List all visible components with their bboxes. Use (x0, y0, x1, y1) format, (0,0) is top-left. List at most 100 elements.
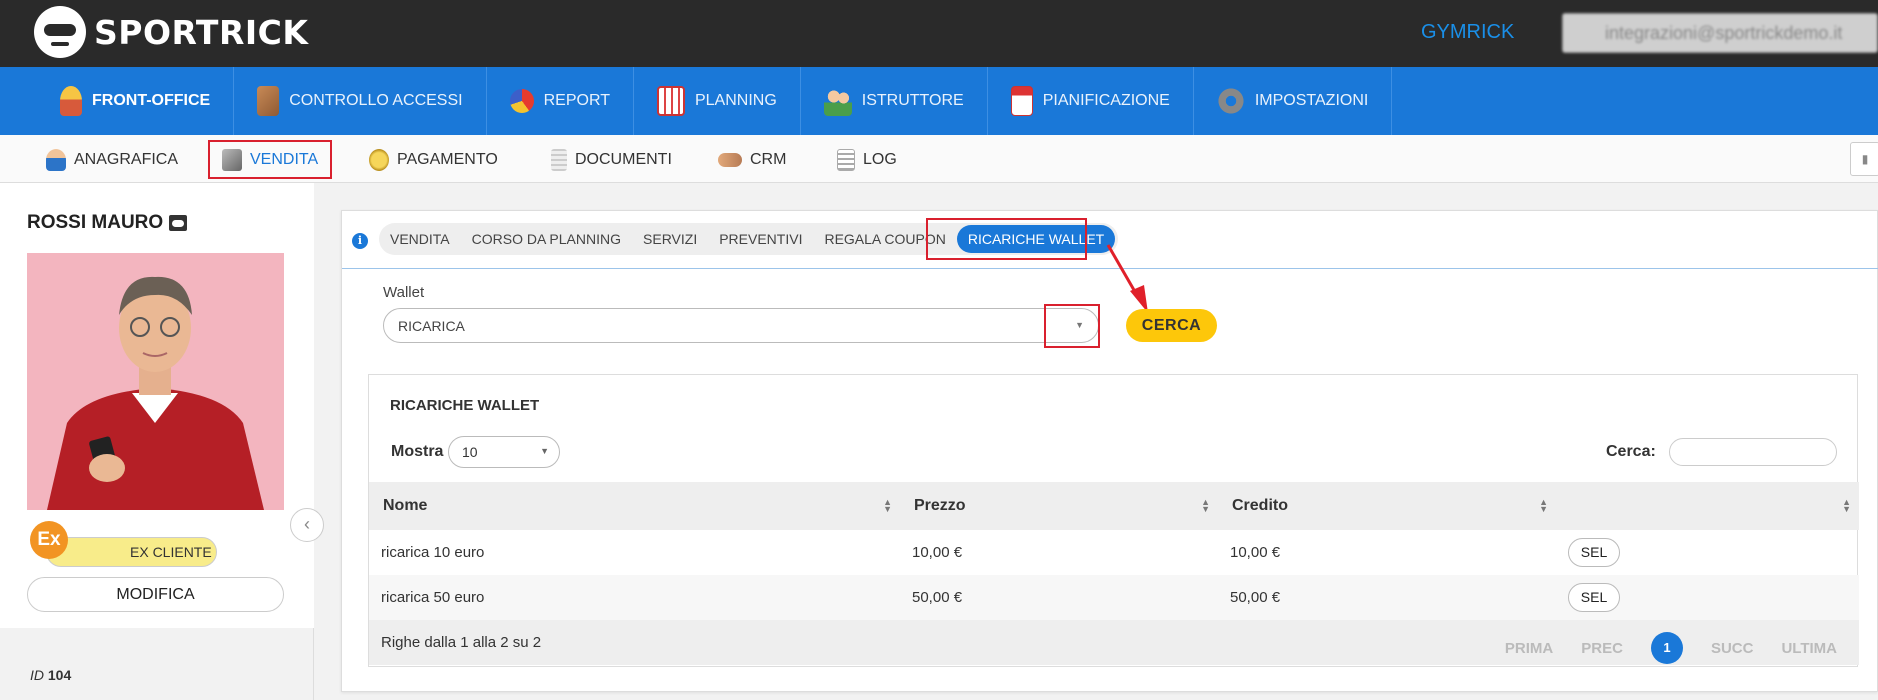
subnav-crm[interactable]: CRM (706, 140, 798, 179)
subnav-vendita[interactable]: VENDITA (208, 140, 333, 179)
pager-last[interactable]: ULTIMA (1781, 640, 1837, 657)
pin-icon: ▮ (1861, 152, 1869, 166)
id-label: ID (30, 667, 44, 683)
pager-next[interactable]: SUCC (1711, 640, 1754, 657)
page-size-select[interactable]: 10 ▼ (448, 436, 560, 468)
column-header-prezzo[interactable]: Prezzo ▲ ▼ (900, 482, 1218, 530)
customer-name: ROSSI MAURO (27, 212, 188, 234)
subnav-documenti[interactable]: DOCUMENTI (539, 140, 684, 179)
subnav-label: LOG (863, 150, 897, 168)
nav-front-office[interactable]: FRONT-OFFICE (37, 67, 235, 144)
modify-button[interactable]: MODIFICA (27, 577, 284, 612)
nav-label: CONTROLLO ACCESSI (289, 92, 463, 109)
access-control-icon (257, 86, 280, 116)
instructor-icon (823, 86, 852, 116)
subnav-label: DOCUMENTI (575, 150, 672, 168)
report-pie-icon (509, 89, 534, 113)
wallet-select-value: RICARICA (398, 318, 465, 334)
table-footer: Righe dalla 1 alla 2 su 2 PRIMA PREC 1 S… (369, 620, 1859, 665)
select-row-button[interactable]: SEL (1568, 583, 1620, 612)
search-button[interactable]: CERCA (1126, 309, 1217, 342)
table-search-input[interactable] (1669, 438, 1837, 466)
info-icon[interactable]: i (352, 233, 368, 249)
log-icon (837, 148, 855, 171)
page-size-value: 10 (462, 444, 478, 460)
sort-icon[interactable]: ▲ ▼ (883, 498, 892, 514)
sort-icon[interactable]: ▲ ▼ (1842, 498, 1851, 514)
dropdown-highlight-box (1044, 304, 1100, 348)
pin-button[interactable]: ▮ (1850, 142, 1878, 176)
scheduling-calendar-icon (1010, 86, 1033, 116)
customer-sidebar: ROSSI MAURO EX CLIENTE Ex MODIFICA ID 10… (0, 183, 314, 700)
customer-photo (27, 253, 284, 510)
select-row-button[interactable]: SEL (1568, 538, 1620, 567)
tab-vendita[interactable]: VENDITA (379, 223, 461, 255)
row-action-cell: SEL (1556, 530, 1859, 575)
chevron-left-icon: ‹ (304, 514, 310, 534)
column-label: Credito (1232, 497, 1288, 514)
user-account-field[interactable]: integrazioni@sportrickdemo.it (1562, 13, 1878, 53)
top-bar: SPORTRICK GYMRICK integrazioni@sportrick… (0, 0, 1878, 67)
nav-pianificazione[interactable]: PIANIFICAZIONE (988, 67, 1194, 135)
table-row: ricarica 50 euro 50,00 € 50,00 € SEL (369, 575, 1859, 620)
tab-corso-da-planning[interactable]: CORSO DA PLANNING (461, 223, 632, 255)
row-credit: 50,00 € (1218, 575, 1556, 620)
brand-logo[interactable]: SPORTRICK (34, 6, 308, 58)
row-name: ricarica 10 euro (381, 544, 485, 561)
tab-preventivi[interactable]: PREVENTIVI (708, 223, 813, 255)
row-price: 50,00 € (900, 575, 1218, 620)
nav-istruttore[interactable]: ISTRUTTORE (801, 67, 988, 135)
logo-icon (34, 6, 86, 58)
nav-label: IMPOSTAZIONI (1254, 92, 1369, 109)
tab-servizi[interactable]: SERVIZI (632, 223, 708, 255)
cloud-sync-icon[interactable] (169, 215, 188, 231)
sub-navigation: ANAGRAFICA VENDITA PAGAMENTO DOCUMENTI C… (0, 135, 1878, 183)
settings-gear-icon (1216, 86, 1245, 116)
wallet-label: Wallet (383, 284, 425, 301)
column-label: Prezzo (914, 497, 966, 514)
table-row: ricarica 10 euro 10,00 € 10,00 € SEL (369, 530, 1859, 575)
subnav-pagamento[interactable]: PAGAMENTO (357, 140, 510, 179)
brand-name: SPORTRICK (94, 12, 309, 52)
nav-label: PIANIFICAZIONE (1042, 92, 1170, 109)
table-info: Righe dalla 1 alla 2 su 2 (381, 634, 542, 651)
sort-icon[interactable]: ▲ ▼ (1201, 498, 1210, 514)
nav-impostazioni[interactable]: IMPOSTAZIONI (1194, 67, 1393, 135)
coin-icon (369, 148, 389, 171)
nav-label: REPORT (543, 92, 610, 109)
id-value: 104 (47, 667, 72, 683)
row-action-cell: SEL (1556, 575, 1859, 620)
subnav-log[interactable]: LOG (825, 140, 909, 179)
pager-current-page[interactable]: 1 (1650, 632, 1683, 664)
column-header-nome[interactable]: Nome ▲ ▼ (369, 482, 900, 530)
sort-icon[interactable]: ▲ ▼ (1539, 498, 1548, 514)
column-header-action[interactable]: ▲ ▼ (1556, 482, 1859, 530)
pager-prev[interactable]: PREC (1581, 640, 1623, 657)
document-icon (551, 148, 567, 171)
customer-id: ID 104 (30, 667, 71, 683)
collapse-sidebar-button[interactable]: ‹ (290, 508, 324, 542)
page-size-label: Mostra (391, 443, 444, 460)
nav-report[interactable]: REPORT (487, 67, 634, 135)
wallet-table-card: RICARICHE WALLET Mostra 10 ▼ Cerca: Nome… (368, 374, 1859, 667)
gym-link[interactable]: GYMRICK (1421, 21, 1514, 44)
row-price: 10,00 € (912, 544, 963, 561)
subnav-label: PAGAMENTO (397, 150, 498, 168)
wallet-select[interactable]: RICARICA ▼ (383, 308, 1099, 343)
subnav-label: ANAGRAFICA (74, 150, 179, 168)
subnav-label: CRM (750, 150, 787, 168)
pager-first[interactable]: PRIMA (1505, 640, 1553, 657)
customer-portrait-image (27, 253, 284, 510)
table-search-label: Cerca: (1606, 443, 1656, 460)
sales-panel: i VENDITA CORSO DA PLANNING SERVIZI PREV… (341, 210, 1878, 692)
row-credit: 10,00 € (1230, 544, 1281, 561)
subnav-anagrafica[interactable]: ANAGRAFICA (34, 140, 190, 179)
nav-label: FRONT-OFFICE (92, 92, 211, 109)
nav-controllo-accessi[interactable]: CONTROLLO ACCESSI (234, 67, 487, 135)
nav-planning[interactable]: PLANNING (634, 67, 801, 135)
ex-client-icon: Ex (30, 521, 68, 559)
pagination: PRIMA PREC 1 SUCC ULTIMA (1477, 632, 1837, 664)
column-header-credito[interactable]: Credito ▲ ▼ (1218, 482, 1556, 530)
subnav-label: VENDITA (250, 150, 319, 168)
status-badge: EX CLIENTE (46, 537, 217, 567)
